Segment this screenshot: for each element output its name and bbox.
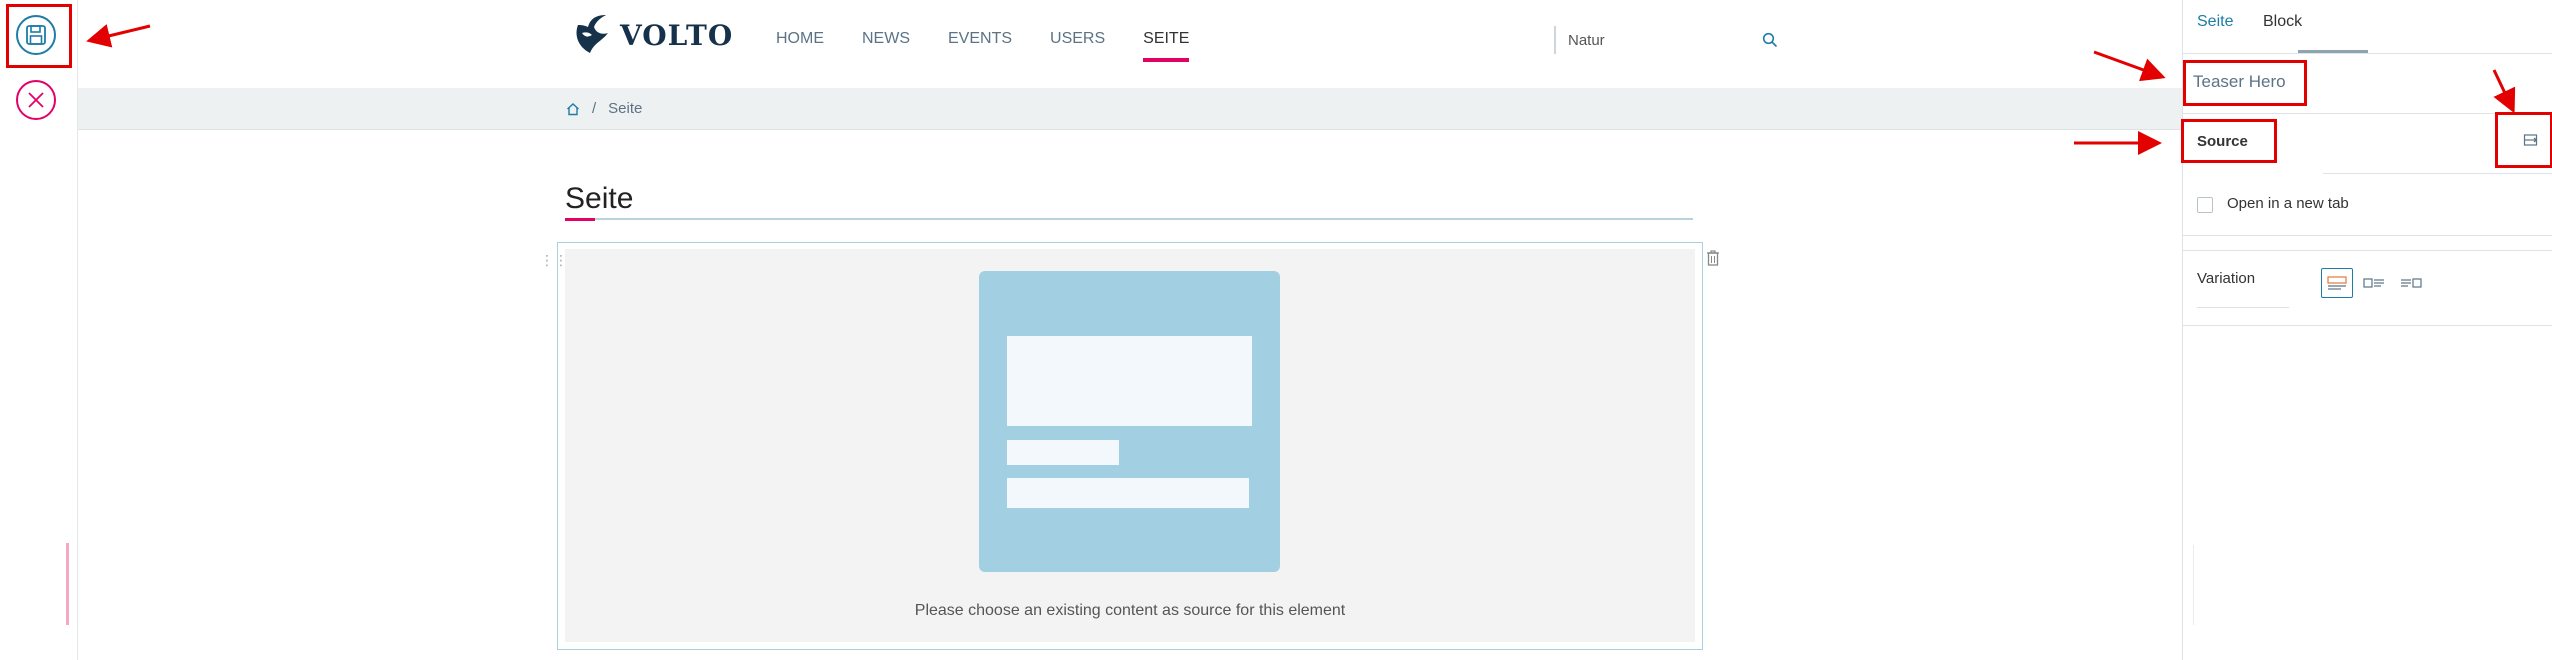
divider bbox=[2197, 307, 2289, 308]
tab-seite[interactable]: Seite bbox=[2197, 13, 2233, 31]
teaser-placeholder-image bbox=[979, 271, 1280, 572]
cancel-button[interactable] bbox=[16, 80, 56, 120]
home-icon[interactable] bbox=[566, 102, 580, 116]
open-new-tab-checkbox[interactable] bbox=[2197, 197, 2213, 213]
browse-icon[interactable] bbox=[2523, 132, 2539, 148]
variation-right-image-button[interactable] bbox=[2395, 268, 2427, 298]
image-top-icon bbox=[2327, 276, 2347, 290]
search-icon[interactable] bbox=[1762, 32, 1778, 48]
variation-left-image-button[interactable] bbox=[2358, 268, 2390, 298]
nav-item-seite[interactable]: SEITE bbox=[1143, 30, 1190, 62]
main-navigation: HOME NEWS EVENTS USERS SEITE bbox=[776, 30, 1190, 62]
site-logo[interactable]: VOLTO bbox=[572, 10, 733, 60]
volto-mask-icon bbox=[576, 15, 608, 53]
placeholder-message: Please choose an existing content as sou… bbox=[914, 602, 1346, 619]
breadcrumb-current[interactable]: Seite bbox=[608, 100, 642, 117]
placeholder-image-bar bbox=[1007, 336, 1252, 426]
title-accent bbox=[565, 218, 595, 221]
placeholder-text-bar bbox=[1007, 478, 1249, 508]
divider bbox=[2183, 235, 2552, 236]
source-label: Source bbox=[2197, 133, 2248, 150]
variation-label: Variation bbox=[2197, 270, 2256, 287]
site-header: VOLTO HOME NEWS EVENTS USERS SEITE bbox=[78, 0, 2182, 88]
breadcrumb: / Seite bbox=[78, 88, 2182, 130]
breadcrumb-separator: / bbox=[592, 100, 597, 117]
source-field[interactable] bbox=[2323, 173, 2552, 174]
block-type-title: Teaser Hero bbox=[2193, 72, 2286, 91]
nav-item-users[interactable]: USERS bbox=[1050, 30, 1105, 48]
title-underline bbox=[565, 218, 1693, 220]
close-icon bbox=[28, 92, 44, 108]
divider bbox=[2183, 53, 2552, 54]
placeholder-title-bar bbox=[1007, 440, 1119, 465]
breadcrumb-items: / Seite bbox=[566, 100, 642, 117]
nav-item-home[interactable]: HOME bbox=[776, 30, 824, 48]
search-input[interactable] bbox=[1568, 31, 1718, 49]
search-bar bbox=[1554, 26, 1778, 54]
divider bbox=[2193, 545, 2194, 625]
nav-item-news[interactable]: NEWS bbox=[862, 30, 910, 48]
image-right-icon bbox=[2401, 278, 2422, 288]
save-button[interactable] bbox=[16, 15, 56, 55]
logo-text: VOLTO bbox=[620, 18, 734, 52]
save-icon bbox=[26, 25, 46, 45]
image-left-icon bbox=[2363, 278, 2384, 288]
nav-item-events[interactable]: EVENTS bbox=[948, 30, 1012, 48]
page-title[interactable]: Seite bbox=[565, 182, 633, 216]
open-new-tab-label: Open in a new tab bbox=[2227, 195, 2349, 212]
divider bbox=[2183, 325, 2552, 326]
scroll-indicator bbox=[66, 543, 69, 625]
divider bbox=[2183, 250, 2552, 251]
trash-icon[interactable] bbox=[1706, 250, 1720, 266]
edit-toolbar bbox=[0, 0, 78, 660]
variation-top-image-button[interactable] bbox=[2321, 268, 2353, 298]
sidebar: Seite Block Teaser Hero Source Open in a… bbox=[2181, 0, 2552, 660]
tab-block[interactable]: Block bbox=[2263, 13, 2302, 31]
sidebar-tabs: Seite Block bbox=[2183, 0, 2552, 54]
